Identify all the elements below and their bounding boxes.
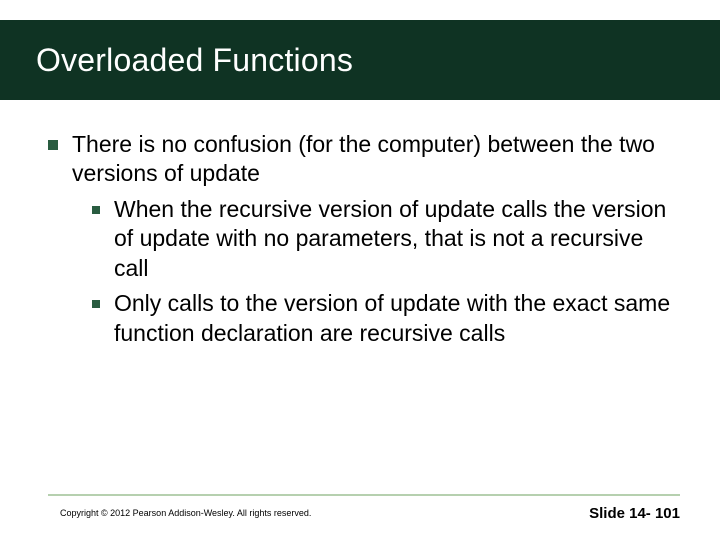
square-bullet-icon: [92, 206, 100, 214]
slide-number: Slide 14- 101: [589, 505, 680, 522]
copyright-text: Copyright © 2012 Pearson Addison-Wesley.…: [60, 508, 311, 518]
bullet-level1: There is no confusion (for the computer)…: [48, 130, 680, 189]
bullet-text: There is no confusion (for the computer)…: [72, 130, 680, 189]
bullet-text: When the recursive version of update cal…: [114, 195, 680, 283]
bullet-level2: Only calls to the version of update with…: [92, 289, 680, 348]
square-bullet-icon: [48, 140, 58, 150]
bullet-level2: When the recursive version of update cal…: [92, 195, 680, 283]
square-bullet-icon: [92, 300, 100, 308]
bullet-text: Only calls to the version of update with…: [114, 289, 680, 348]
slide: Overloaded Functions There is no confusi…: [0, 0, 720, 540]
title-band: Overloaded Functions: [0, 20, 720, 100]
footer-divider: [48, 494, 680, 496]
slide-title: Overloaded Functions: [36, 42, 353, 79]
slide-body: There is no confusion (for the computer)…: [48, 130, 680, 354]
